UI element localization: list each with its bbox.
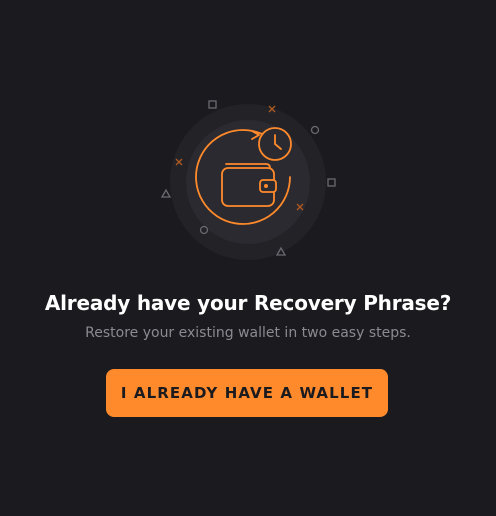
decor-circle-icon: [310, 125, 320, 135]
page-subtext: Restore your existing wallet in two easy…: [85, 325, 411, 341]
page-heading: Already have your Recovery Phrase?: [44, 291, 452, 315]
decor-triangle-icon: [160, 188, 172, 198]
decor-square-icon: [208, 100, 217, 109]
wallet-illustration: [148, 92, 348, 272]
restore-wallet-screen: Already have your Recovery Phrase? Resto…: [0, 0, 496, 516]
already-have-wallet-button[interactable]: I ALREADY HAVE A WALLET: [106, 369, 388, 417]
inner-disc: [186, 120, 310, 244]
decor-square-icon: [327, 178, 336, 187]
